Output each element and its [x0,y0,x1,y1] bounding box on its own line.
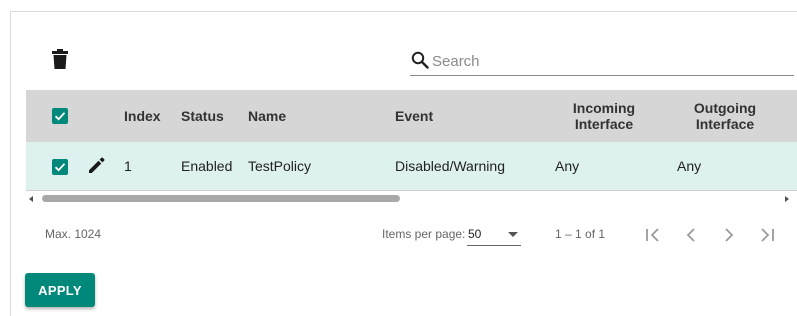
column-header-incoming-line2: Interface [574,116,634,132]
scrollbar-thumb[interactable] [42,195,400,202]
cell-outgoing-interface: Any [677,158,702,174]
checkbox-checked-icon [54,112,66,121]
checkbox-checked-icon [54,163,66,172]
cell-incoming-interface: Any [555,158,580,174]
row-checkbox[interactable] [52,159,68,175]
scroll-right-arrow-icon[interactable] [785,196,789,202]
column-header-incoming-interface[interactable]: Incoming Interface [572,100,636,132]
column-header-event[interactable]: Event [395,108,433,124]
pencil-icon[interactable] [88,156,106,174]
column-header-status[interactable]: Status [181,108,224,124]
pagination-range: 1 – 1 of 1 [555,227,606,241]
trash-icon[interactable] [52,49,68,69]
search-input[interactable] [432,49,787,73]
first-page-icon[interactable] [643,225,663,245]
dropdown-arrow-icon [508,232,518,237]
scroll-left-arrow-icon[interactable] [29,196,33,202]
column-header-incoming-line1: Incoming [572,100,636,116]
cell-event: Disabled/Warning [395,158,505,174]
column-header-outgoing-line2: Interface [695,116,755,132]
table-header: Index Status Name Event Incoming Interfa… [26,90,797,142]
search-field[interactable] [410,46,794,76]
column-header-index[interactable]: Index [124,108,161,124]
horizontal-scrollbar[interactable] [26,193,797,206]
items-per-page-label: Items per page: [382,227,466,241]
cell-status: Enabled [181,158,233,174]
last-page-icon[interactable] [757,225,777,245]
cell-index: 1 [124,158,132,174]
column-header-outgoing-line1: Outgoing [693,100,757,116]
next-page-icon[interactable] [719,225,739,245]
search-icon [411,51,429,69]
table-row[interactable]: 1 Enabled TestPolicy Disabled/Warning An… [26,142,797,191]
prev-page-icon[interactable] [681,225,701,245]
column-header-outgoing-interface[interactable]: Outgoing Interface [693,100,757,132]
max-entries-label: Max. 1024 [45,227,102,241]
items-per-page-select[interactable]: 50 [467,222,521,246]
items-per-page-value: 50 [468,227,482,241]
select-all-checkbox[interactable] [52,108,68,124]
column-header-name[interactable]: Name [248,108,286,124]
cell-name: TestPolicy [248,158,312,174]
apply-button[interactable]: APPLY [25,273,95,307]
